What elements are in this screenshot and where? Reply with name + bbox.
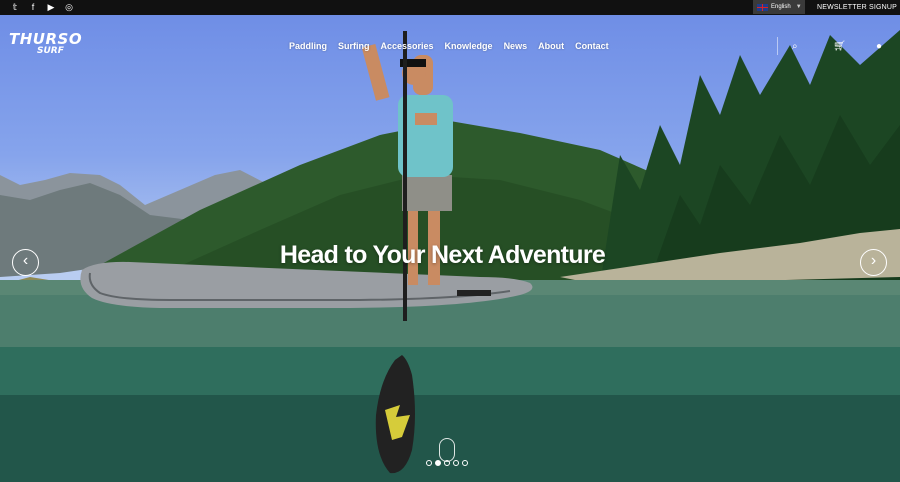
scroll-down-indicator[interactable] [439,438,455,462]
chevron-left-icon: ‹ [22,252,29,269]
newsletter-signup-link[interactable]: NEWSLETTER SIGNUP [817,0,897,15]
search-icon[interactable]: ⌕ [792,41,798,52]
next-slide-button[interactable]: › [860,249,887,276]
user-icon[interactable]: ● [876,41,882,52]
uk-flag-icon [757,3,768,11]
twitter-icon[interactable]: 𝕥 [11,0,19,15]
nav-item-paddling[interactable]: Paddling [289,41,327,51]
slide-dot-5[interactable] [462,460,468,466]
top-utility-bar: 𝕥 f ▶ ◎ English ▼ NEWSLETTER SIGNUP [0,0,900,15]
language-label: English [771,4,791,10]
hero-slider: THURSO SURF Paddling Surfing Accessories… [0,15,900,482]
main-nav: Paddling Surfing Accessories Knowledge N… [289,41,609,51]
chevron-right-icon: › [870,252,877,269]
nav-item-news[interactable]: News [504,41,528,51]
instagram-icon[interactable]: ◎ [65,0,73,15]
hero-headline: Head to Your Next Adventure [279,241,606,269]
nav-item-contact[interactable]: Contact [575,41,609,51]
logo-line-2: SURF [37,46,64,56]
cart-icon[interactable]: 🛒︎ [833,41,846,52]
slide-dot-4[interactable] [453,460,459,466]
logo[interactable]: THURSO SURF [9,32,82,56]
prev-slide-button[interactable]: ‹ [12,249,39,276]
language-selector[interactable]: English ▼ [753,0,805,14]
nav-item-knowledge[interactable]: Knowledge [445,41,493,51]
nav-item-accessories[interactable]: Accessories [381,41,434,51]
facebook-icon[interactable]: f [29,0,37,15]
nav-item-about[interactable]: About [538,41,564,51]
chevron-down-icon: ▼ [795,4,802,10]
slide-dot-2[interactable] [435,460,441,466]
header-divider [777,37,778,55]
nav-item-surfing[interactable]: Surfing [338,41,370,51]
social-links: 𝕥 f ▶ ◎ [0,0,73,15]
slide-dot-1[interactable] [426,460,432,466]
youtube-icon[interactable]: ▶ [47,0,55,15]
slide-pagination [426,460,468,466]
logo-line-1: THURSO [9,30,83,48]
slide-dot-3[interactable] [444,460,450,466]
